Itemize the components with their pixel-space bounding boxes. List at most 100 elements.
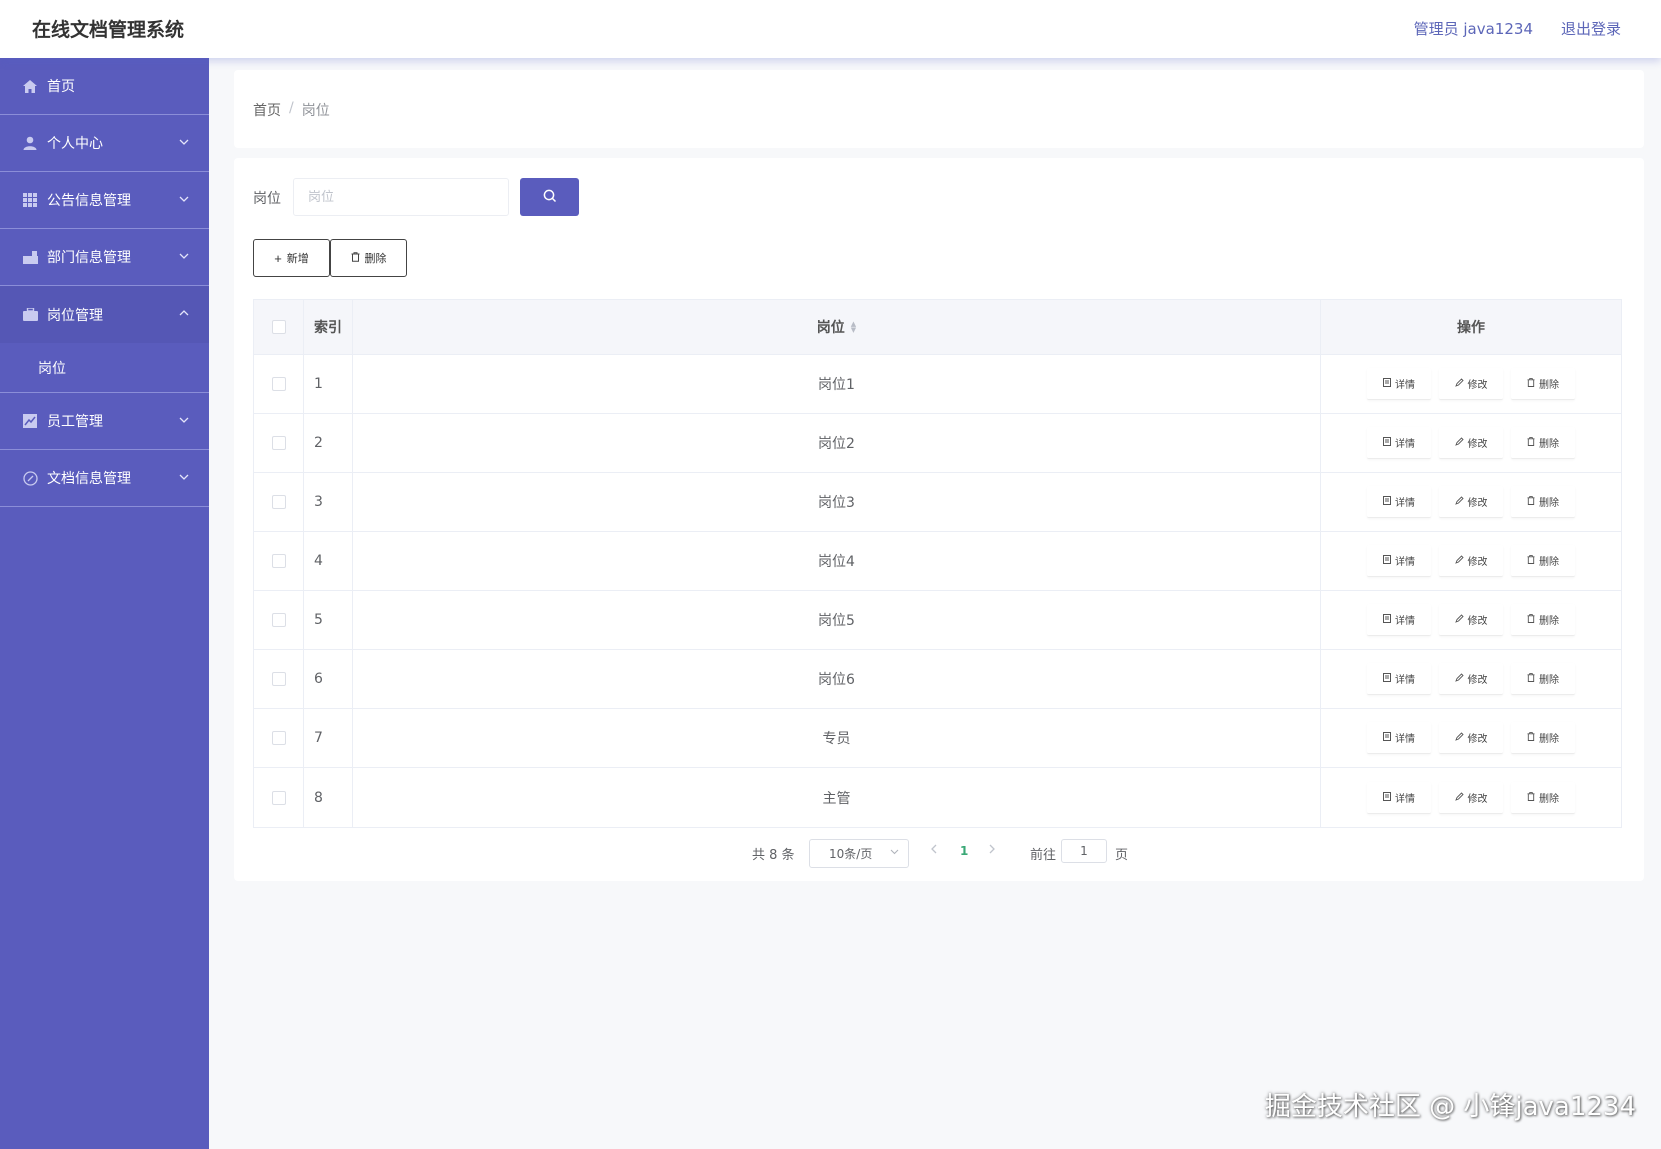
edit-label: 修改 — [1467, 380, 1488, 391]
breadcrumb-home[interactable]: 首页 — [253, 100, 281, 120]
edit-button[interactable]: 修改 — [1439, 604, 1503, 636]
detail-button[interactable]: 详情 — [1367, 604, 1431, 636]
row-delete-button[interactable]: 删除 — [1511, 368, 1575, 400]
detail-icon — [1383, 791, 1391, 803]
row-delete-button[interactable]: 删除 — [1511, 604, 1575, 636]
row-check-cell — [254, 414, 304, 472]
breadcrumb-card: 首页 / 岗位 — [234, 70, 1644, 148]
sidebar-item-label: 部门信息管理 — [47, 250, 131, 266]
edit-button[interactable]: 修改 — [1439, 486, 1503, 518]
sidebar-item-document-management[interactable]: 文档信息管理 — [0, 450, 209, 507]
edit-button[interactable]: 修改 — [1439, 368, 1503, 400]
pagination: 共 8 条 10条/页 1 前往 页 — [234, 838, 1644, 868]
trash-icon — [1527, 673, 1535, 684]
table-row: 3 岗位3 详情 修改 删除 — [254, 473, 1621, 532]
search-button[interactable] — [520, 178, 579, 216]
row-delete-button[interactable]: 删除 — [1511, 427, 1575, 459]
trash-icon — [1527, 732, 1535, 743]
breadcrumb-separator: / — [289, 100, 294, 116]
row-checkbox[interactable] — [271, 554, 286, 568]
edit-button[interactable]: 修改 — [1439, 545, 1503, 577]
row-index: 1 — [304, 355, 353, 413]
sidebar-item-label: 岗位管理 — [47, 307, 103, 324]
sidebar-item-notice-management[interactable]: 公告信息管理 — [0, 172, 209, 229]
detail-button[interactable]: 详情 — [1367, 722, 1431, 754]
trash-icon — [1527, 614, 1535, 625]
edit-button[interactable]: 修改 — [1439, 722, 1503, 754]
sort-icon[interactable]: ▲ ▼ — [851, 321, 856, 334]
delete-button-label: 删除 — [364, 253, 387, 265]
detail-button[interactable]: 详情 — [1367, 368, 1431, 400]
row-checkbox[interactable] — [271, 613, 286, 627]
delete-label: 删除 — [1539, 616, 1559, 627]
row-index: 6 — [304, 650, 353, 708]
search-icon — [543, 189, 557, 206]
detail-button[interactable]: 详情 — [1367, 486, 1431, 518]
row-checkbox[interactable] — [271, 377, 286, 391]
batch-delete-button[interactable]: 删除 — [330, 239, 407, 277]
edit-label: 修改 — [1467, 498, 1488, 509]
row-check-cell — [254, 473, 304, 531]
header-index: 索引 — [304, 300, 353, 354]
briefcase-icon — [22, 307, 38, 323]
edit-icon — [1454, 732, 1464, 743]
row-checkbox[interactable] — [271, 790, 286, 805]
chevron-down-icon — [179, 248, 189, 262]
row-check-cell — [254, 532, 304, 590]
header-position[interactable]: 岗位 ▲ ▼ — [353, 300, 1321, 354]
table-row: 5 岗位5 详情 修改 删除 — [254, 591, 1621, 650]
row-delete-button[interactable]: 删除 — [1511, 722, 1575, 754]
chevron-down-icon — [890, 847, 899, 858]
sidebar-item-position-management[interactable]: 岗位管理 — [0, 286, 209, 343]
content-card: 岗位 + 新增 删除 索引 岗位 ▲▼ 操作 1岗位1详情修改删除2岗位2详情修… — [234, 158, 1644, 881]
row-checkbox[interactable] — [271, 495, 286, 509]
sidebar-item-personal-center[interactable]: 个人中心 — [0, 115, 209, 172]
detail-button[interactable]: 详情 — [1367, 545, 1431, 577]
chevron-down-icon — [179, 469, 189, 483]
detail-button[interactable]: 详情 — [1367, 663, 1431, 695]
edit-icon — [1454, 791, 1464, 803]
sidebar-item-label: 首页 — [47, 79, 75, 95]
row-checkbox[interactable] — [271, 672, 286, 686]
row-delete-button[interactable]: 删除 — [1511, 781, 1575, 814]
prev-page-icon[interactable] — [930, 843, 937, 858]
goto-page-input[interactable] — [1061, 839, 1107, 863]
sidebar-item-home[interactable]: 首页 — [0, 58, 209, 115]
row-delete-button[interactable]: 删除 — [1511, 663, 1575, 695]
sidebar-item-label: 个人中心 — [47, 136, 103, 152]
row-index: 2 — [304, 414, 353, 472]
page-size-select[interactable]: 10条/页 — [809, 839, 909, 868]
detail-icon — [1383, 378, 1391, 389]
row-delete-button[interactable]: 删除 — [1511, 545, 1575, 577]
edit-button[interactable]: 修改 — [1439, 781, 1503, 814]
logout-link[interactable]: 退出登录 — [1561, 18, 1621, 39]
sidebar-item-label: 员工管理 — [47, 414, 103, 430]
row-checkbox[interactable] — [271, 436, 286, 450]
select-all-checkbox[interactable] — [271, 320, 286, 334]
trash-icon — [351, 251, 360, 265]
detail-button[interactable]: 详情 — [1367, 427, 1431, 459]
sidebar-subitem-position[interactable]: 岗位 — [0, 343, 209, 393]
edit-button[interactable]: 修改 — [1439, 663, 1503, 695]
sidebar-item-employee-management[interactable]: 员工管理 — [0, 393, 209, 450]
add-button[interactable]: + 新增 — [253, 239, 330, 277]
table-row: 7 专员 详情 修改 删除 — [254, 709, 1621, 768]
detail-label: 详情 — [1395, 675, 1415, 686]
row-delete-button[interactable]: 删除 — [1511, 486, 1575, 518]
edit-button[interactable]: 修改 — [1439, 427, 1503, 459]
sidebar-item-department-management[interactable]: 部门信息管理 — [0, 229, 209, 286]
position-table: 索引 岗位 ▲ ▼ 操作 1 岗位1 详情 修改 删除 2 岗位2 详情 修改 删除 3 岗位3 详情 修改… — [253, 299, 1622, 828]
search-label: 岗位 — [253, 191, 281, 207]
row-position-name: 岗位1 — [353, 355, 1321, 413]
page-number-current[interactable]: 1 — [960, 844, 968, 858]
row-position-name: 岗位5 — [353, 591, 1321, 649]
position-search-input[interactable] — [293, 178, 509, 216]
row-checkbox[interactable] — [271, 731, 286, 745]
next-page-icon[interactable] — [989, 843, 996, 858]
sidebar-subitem-label: 岗位 — [38, 360, 66, 377]
table-row: 1 岗位1 详情 修改 删除 — [254, 355, 1621, 414]
detail-icon — [1383, 673, 1391, 684]
detail-label: 详情 — [1395, 439, 1415, 450]
plus-icon: + — [274, 250, 282, 266]
detail-button[interactable]: 详情 — [1367, 781, 1431, 814]
